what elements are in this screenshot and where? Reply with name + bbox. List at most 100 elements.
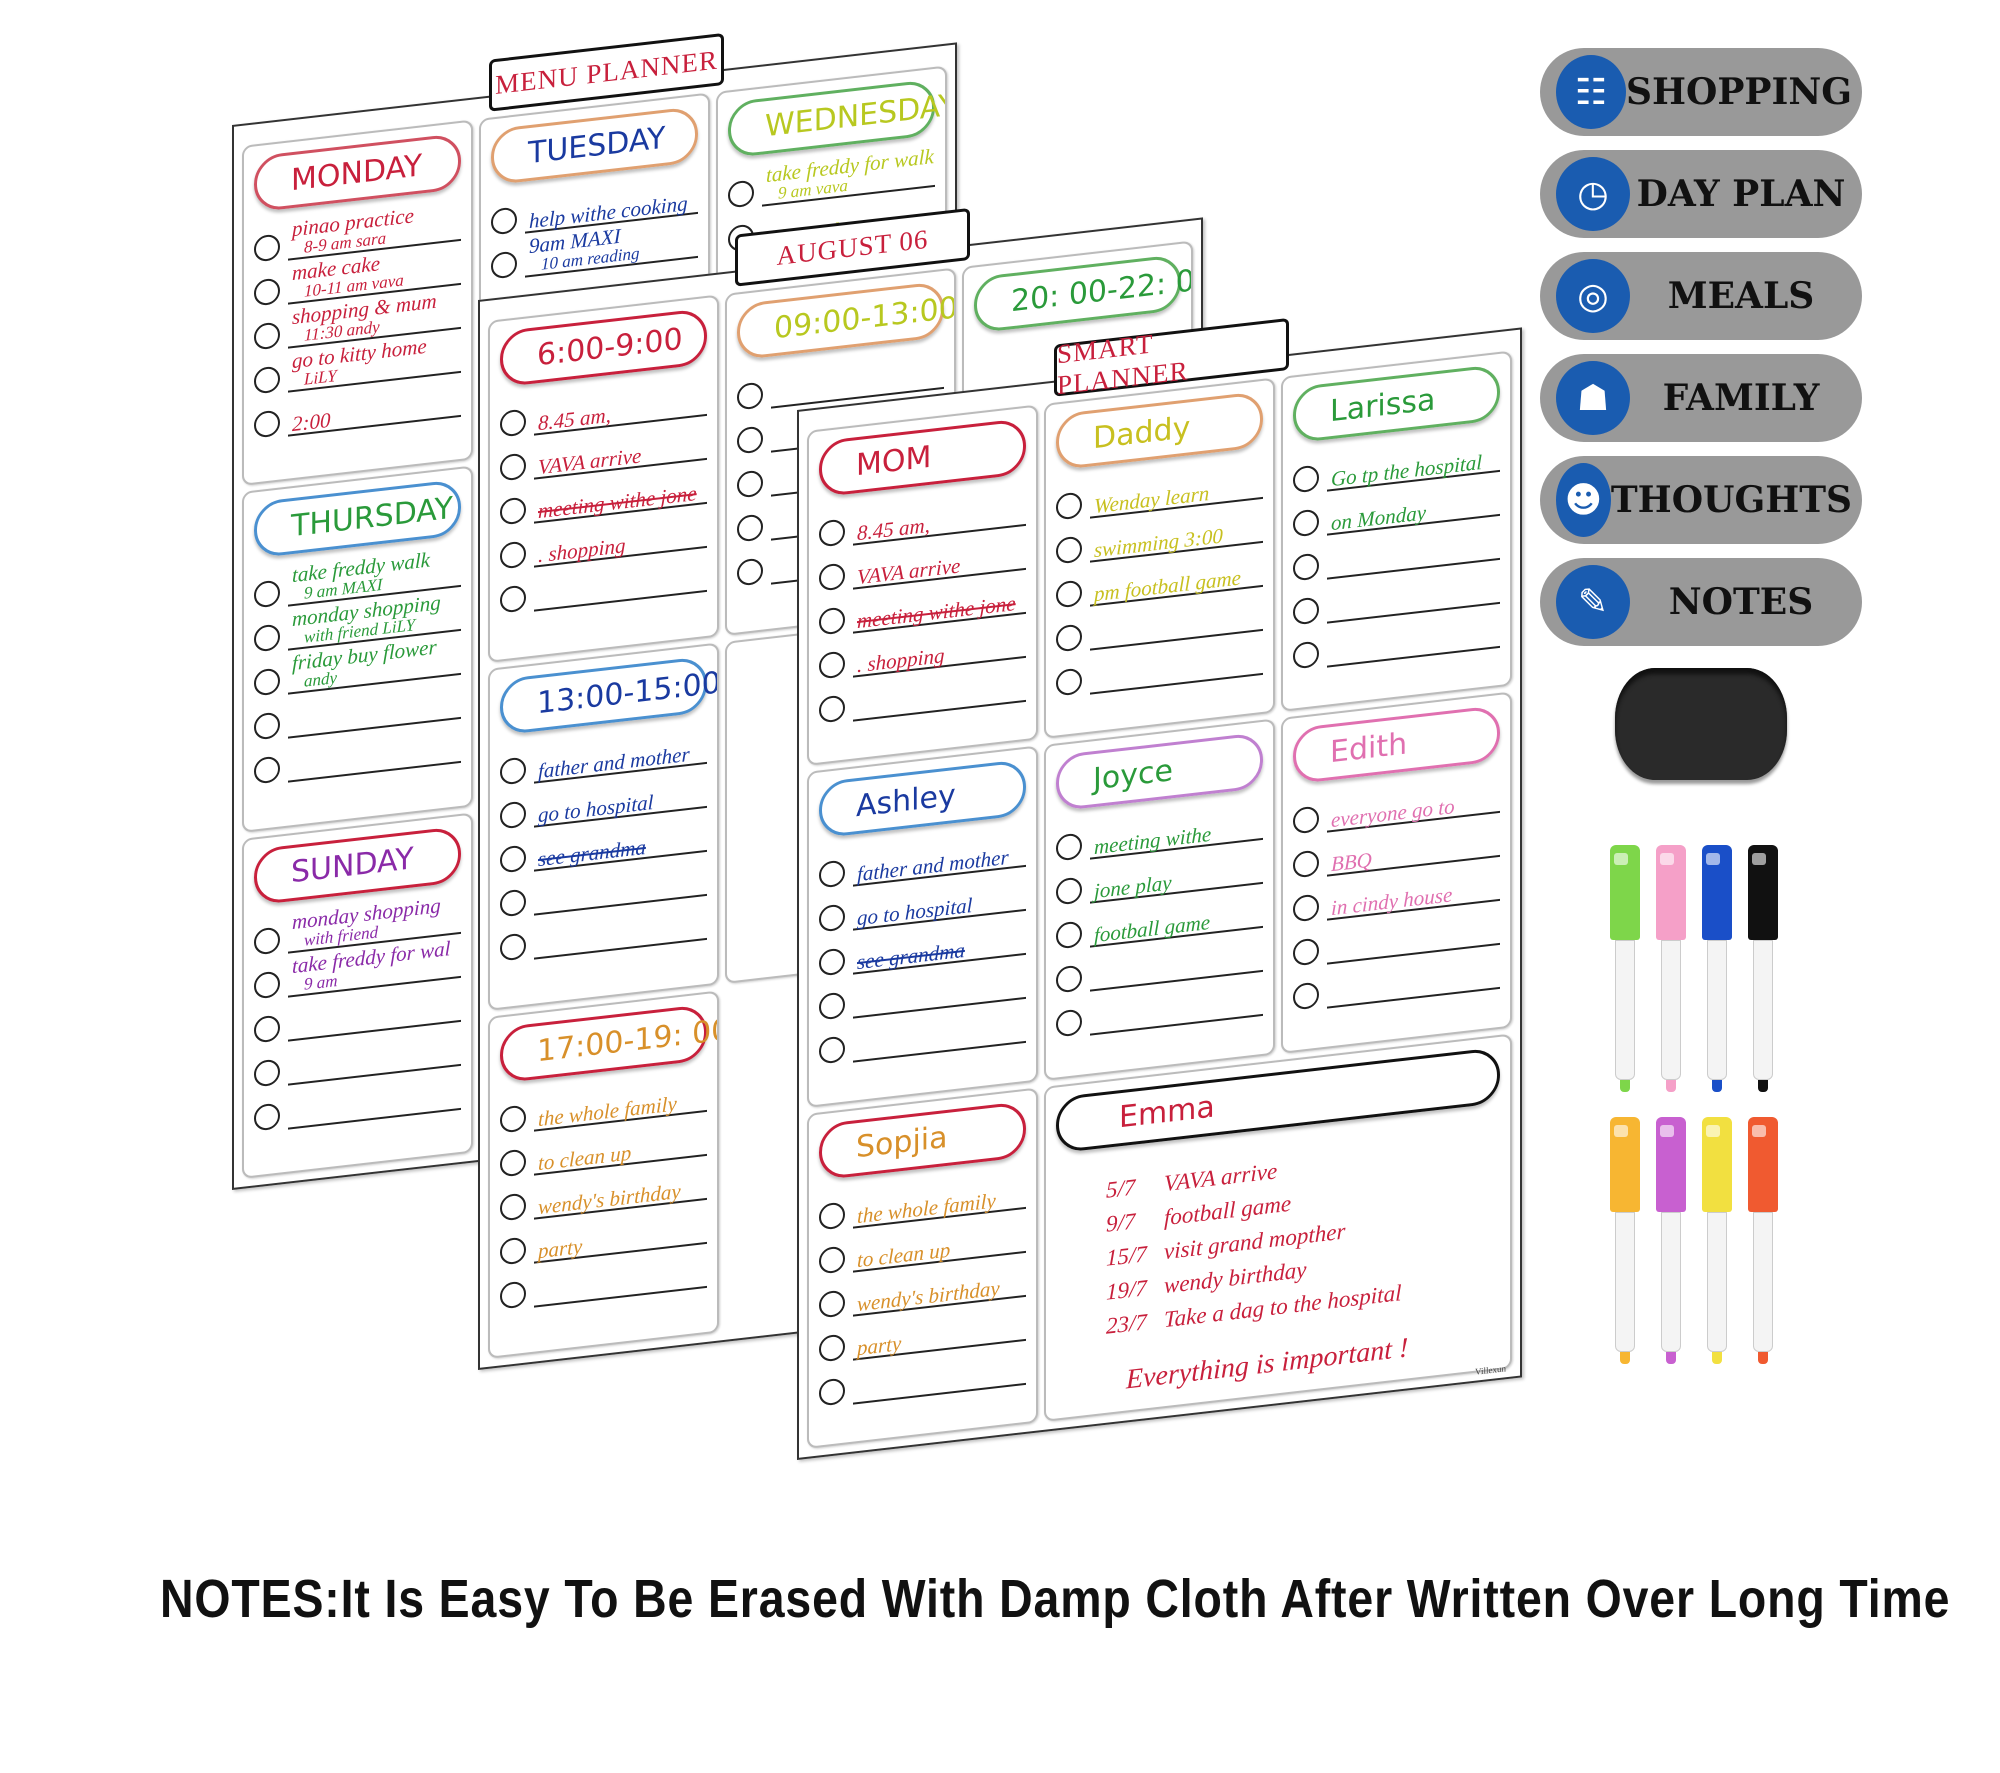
checkbox-circle[interactable] [819,1035,845,1065]
checkbox-circle[interactable] [819,947,845,977]
checkbox-circle[interactable] [1056,579,1082,609]
checkbox-circle[interactable] [500,1148,526,1178]
marker-body [1661,1212,1681,1352]
checkbox-circle[interactable] [1293,596,1319,626]
checkbox-circle[interactable] [254,711,280,741]
checkbox-circle[interactable] [819,650,845,680]
checkbox-circle[interactable] [1056,920,1082,950]
checkbox-circle[interactable] [254,755,280,785]
checkbox-circle[interactable] [1056,1008,1082,1038]
checkbox-circle[interactable] [1056,491,1082,521]
checkbox-circle[interactable] [500,1236,526,1266]
entry-text [1331,987,1500,1006]
checkbox-circle[interactable] [1293,849,1319,879]
checkbox-circle[interactable] [254,321,280,351]
planner-panel: MOM 8.45 am, VAVA arrive meeting withe jone… [807,404,1038,767]
checkbox-circle[interactable] [819,562,845,592]
label-text: FAMILY [1662,377,1820,419]
dry-erase-marker [1748,845,1778,1095]
checkbox-circle[interactable] [819,991,845,1021]
checkbox-circle[interactable] [737,513,763,543]
dry-erase-marker [1656,1117,1686,1367]
checkbox-circle[interactable] [819,1201,845,1231]
checkbox-circle[interactable] [500,800,526,830]
checkbox-circle[interactable] [1293,805,1319,835]
checkbox-circle[interactable] [1293,893,1319,923]
planner-panel: Daddy Wenday learn swimming 3:00 pm footbal… [1044,377,1275,740]
checkbox-circle[interactable] [491,206,517,236]
checkbox-circle[interactable] [1056,832,1082,862]
checkbox-circle[interactable] [819,1333,845,1363]
checkbox-circle[interactable] [1056,667,1082,697]
marker-tip [1666,1352,1676,1364]
checkbox-circle[interactable] [500,1192,526,1222]
checkbox-circle[interactable] [500,496,526,526]
label-text: DAY PLAN [1636,173,1846,215]
checkbox-circle[interactable] [254,667,280,697]
checkbox-circle[interactable] [254,409,280,439]
checkbox-circle[interactable] [500,888,526,918]
checkbox-circle[interactable] [1293,464,1319,494]
panel-title: 20: 00-22: 00 [974,253,1193,334]
checkbox-circle[interactable] [819,1289,845,1319]
checkbox-circle[interactable] [254,1014,280,1044]
checkbox-circle[interactable] [819,1377,845,1407]
marker-tip [1666,1080,1676,1092]
entry-text [857,1041,1026,1060]
checkbox-circle[interactable] [500,932,526,962]
checkbox-circle[interactable] [737,381,763,411]
planner-panel: 6:00-9:00 8.45 am, VAVA arrive meeting with… [488,294,719,663]
checkbox-circle[interactable] [254,970,280,1000]
checkbox-circle[interactable] [728,179,754,209]
eraser-tip [1706,1125,1720,1137]
marker-body [1661,940,1681,1080]
marker-cap [1748,845,1778,940]
care-note: NOTES:It Is Easy To Be Erased With Damp … [160,1569,1951,1629]
planner-panel: Sopjia the whole family to clean up wendy's… [807,1087,1038,1449]
checkbox-circle[interactable] [500,584,526,614]
checkbox-circle[interactable] [254,277,280,307]
checkbox-circle[interactable] [254,1102,280,1132]
checkbox-circle[interactable] [254,233,280,263]
checkbox-circle[interactable] [819,859,845,889]
label-text: NOTES [1668,581,1814,623]
notes-list: 5/7 VAVA arrive 9/7 football game 15/7 visit … [1056,1111,1500,1406]
checkbox-circle[interactable] [500,1280,526,1310]
checkbox-circle[interactable] [737,425,763,455]
checkbox-circle[interactable] [254,623,280,653]
eraser-tip [1752,1125,1766,1137]
checkbox-circle[interactable] [254,1058,280,1088]
marker-cap [1656,1117,1686,1212]
checkbox-circle[interactable] [1293,937,1319,967]
entry-text [857,700,1026,719]
checkbox-circle[interactable] [819,606,845,636]
checkbox-circle[interactable] [500,844,526,874]
checkbox-circle[interactable] [1293,640,1319,670]
checkbox-circle[interactable] [500,452,526,482]
checkbox-circle[interactable] [254,365,280,395]
checkbox-circle[interactable] [500,1104,526,1134]
checkbox-circle[interactable] [819,694,845,724]
label-meals: ◎ MEALS [1540,252,1862,340]
checkbox-circle[interactable] [819,903,845,933]
checkbox-circle[interactable] [1056,964,1082,994]
checkbox-circle[interactable] [254,926,280,956]
checkbox-circle[interactable] [819,518,845,548]
checkbox-circle[interactable] [819,1245,845,1275]
checkbox-circle[interactable] [491,250,517,280]
checkbox-circle[interactable] [737,469,763,499]
label-thoughts: ☻ THOUGHTS [1540,456,1862,544]
checkbox-circle[interactable] [500,540,526,570]
checkbox-circle[interactable] [737,557,763,587]
checkbox-circle[interactable] [1056,876,1082,906]
checkbox-circle[interactable] [1293,508,1319,538]
marker-tip [1620,1352,1630,1364]
checkbox-circle[interactable] [500,408,526,438]
checkbox-circle[interactable] [1293,981,1319,1011]
checkbox-circle[interactable] [1056,535,1082,565]
checkbox-circle[interactable] [500,756,526,786]
checkbox-circle[interactable] [254,579,280,609]
checkbox-circle[interactable] [1056,623,1082,653]
checkbox-circle[interactable] [1293,552,1319,582]
marker-cap [1748,1117,1778,1212]
